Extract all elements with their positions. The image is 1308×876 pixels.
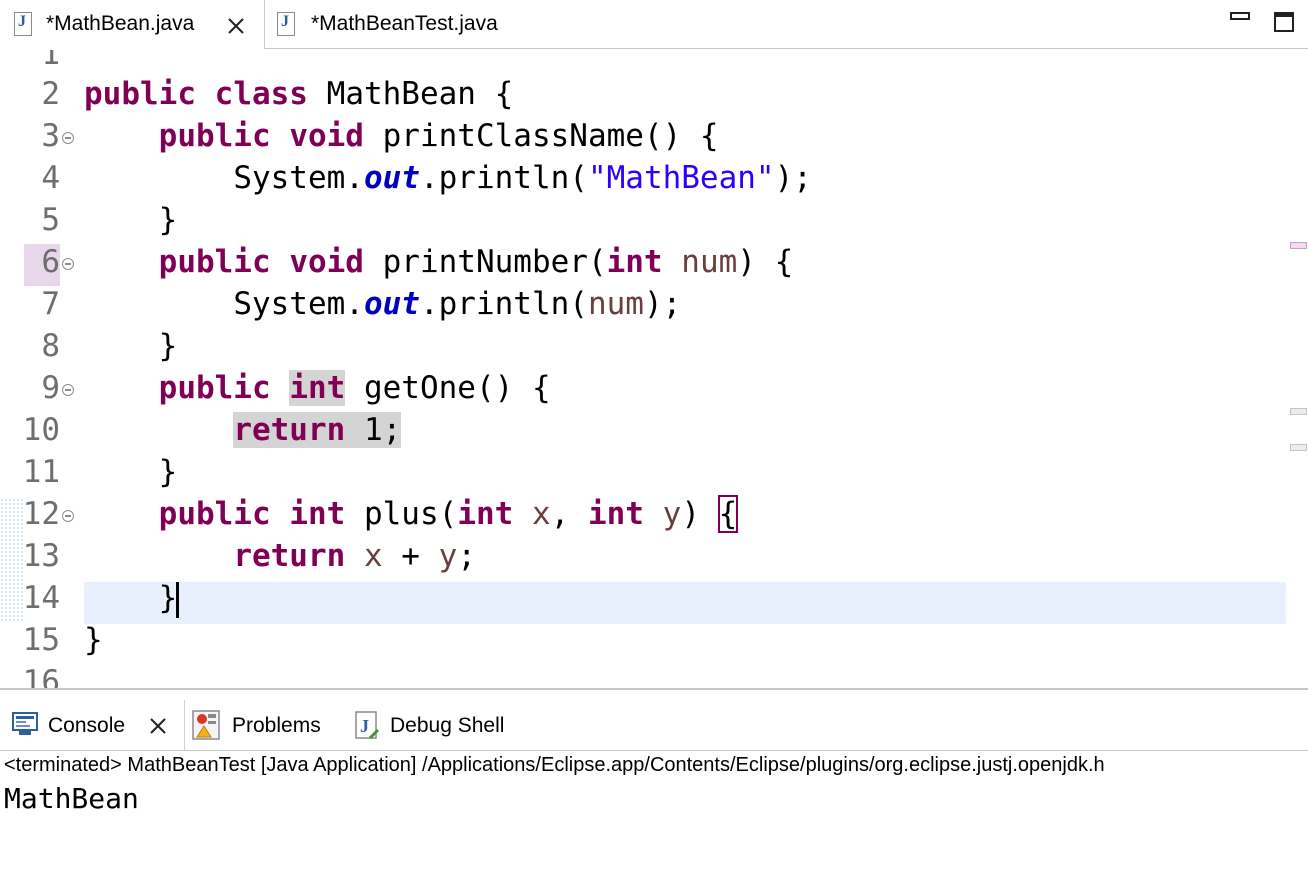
problems-icon [192, 710, 220, 740]
java-file-icon: J [277, 12, 295, 36]
collapse-icon[interactable] [62, 258, 74, 270]
tab-label: *MathBeanTest.java [311, 12, 498, 35]
tab-console[interactable]: Console [0, 700, 185, 750]
line-number: 1 [41, 50, 60, 72]
tab-mathbean-java[interactable]: J *MathBean.java [0, 0, 265, 49]
code-line[interactable]: } [84, 328, 178, 370]
collapse-icon[interactable] [62, 384, 74, 396]
code-line[interactable]: public int getOne() { [84, 370, 551, 412]
svg-text:J: J [360, 716, 369, 736]
line-number: 13 [22, 538, 60, 574]
occurrence-highlight: return 1; [233, 412, 402, 448]
tab-label: *MathBean.java [46, 12, 195, 35]
editor-tab-bar: J *MathBean.java J *MathBeanTest.java [0, 0, 1308, 50]
code-line[interactable]: System.out.println("MathBean"); [84, 160, 812, 202]
code-line[interactable]: public void printClassName() { [84, 118, 719, 160]
collapse-icon[interactable] [62, 510, 74, 522]
line-number: 2 [41, 76, 60, 112]
collapse-icon[interactable] [62, 132, 74, 144]
line-number: 5 [41, 202, 60, 238]
line-number: 8 [41, 328, 60, 364]
code-line[interactable]: } [84, 580, 180, 622]
overview-ruler-mark[interactable] [1290, 408, 1307, 415]
line-number: 11 [22, 454, 60, 490]
line-number: 9 [41, 370, 60, 406]
tab-label: Console [48, 714, 126, 737]
console-status-line: <terminated> MathBeanTest [Java Applicat… [4, 754, 1105, 776]
occurrence-highlight: int [289, 370, 346, 406]
console-output[interactable]: MathBean [4, 782, 139, 818]
text-cursor [176, 581, 180, 618]
line-number: 4 [41, 160, 60, 196]
code-editor[interactable]: 1 2 3 4 5 6 7 8 9 10 11 12 13 14 15 16 p… [0, 50, 1308, 688]
code-line[interactable]: } [84, 454, 178, 496]
tab-mathbeantest-java[interactable]: J *MathBeanTest.java [265, 0, 565, 49]
line-number: 6 [24, 244, 60, 286]
current-line-highlight [84, 582, 1286, 624]
maximize-icon[interactable] [1274, 12, 1294, 32]
tab-label: Problems [232, 714, 321, 737]
close-icon[interactable] [226, 16, 246, 36]
code-line[interactable]: return 1; [84, 412, 402, 454]
tab-problems[interactable]: Problems [188, 700, 348, 750]
close-icon[interactable] [149, 717, 167, 735]
line-number: 14 [22, 580, 60, 616]
code-line[interactable]: } [84, 622, 103, 664]
code-line[interactable]: System.out.println(num); [84, 286, 681, 328]
tab-debug-shell[interactable]: J Debug Shell [350, 700, 550, 750]
line-number: 15 [22, 622, 60, 658]
debug-shell-icon: J [355, 711, 380, 740]
code-line[interactable]: public void printNumber(int num) { [84, 244, 794, 286]
console-icon [12, 712, 38, 735]
line-number: 10 [22, 412, 60, 448]
line-number: 16 [22, 664, 60, 688]
matching-bracket: { [717, 495, 739, 533]
line-number: 7 [41, 286, 60, 322]
line-number: 3 [41, 118, 60, 154]
java-file-icon: J [14, 12, 32, 36]
line-number: 12 [22, 496, 60, 532]
code-line[interactable]: public class MathBean { [84, 76, 513, 118]
overview-ruler-mark[interactable] [1290, 242, 1307, 249]
code-line[interactable]: return x + y; [84, 538, 476, 580]
code-line[interactable]: } [84, 202, 178, 244]
panel-divider[interactable] [0, 688, 1308, 690]
bottom-panel-tabs: Console Problems J Debug Shell [0, 700, 1308, 751]
tab-bar-divider [265, 48, 1308, 49]
overview-ruler-mark[interactable] [1290, 444, 1307, 451]
code-line[interactable]: public int plus(int x, int y) { [84, 495, 739, 538]
minimize-icon[interactable] [1230, 12, 1250, 20]
tab-label: Debug Shell [390, 714, 505, 737]
